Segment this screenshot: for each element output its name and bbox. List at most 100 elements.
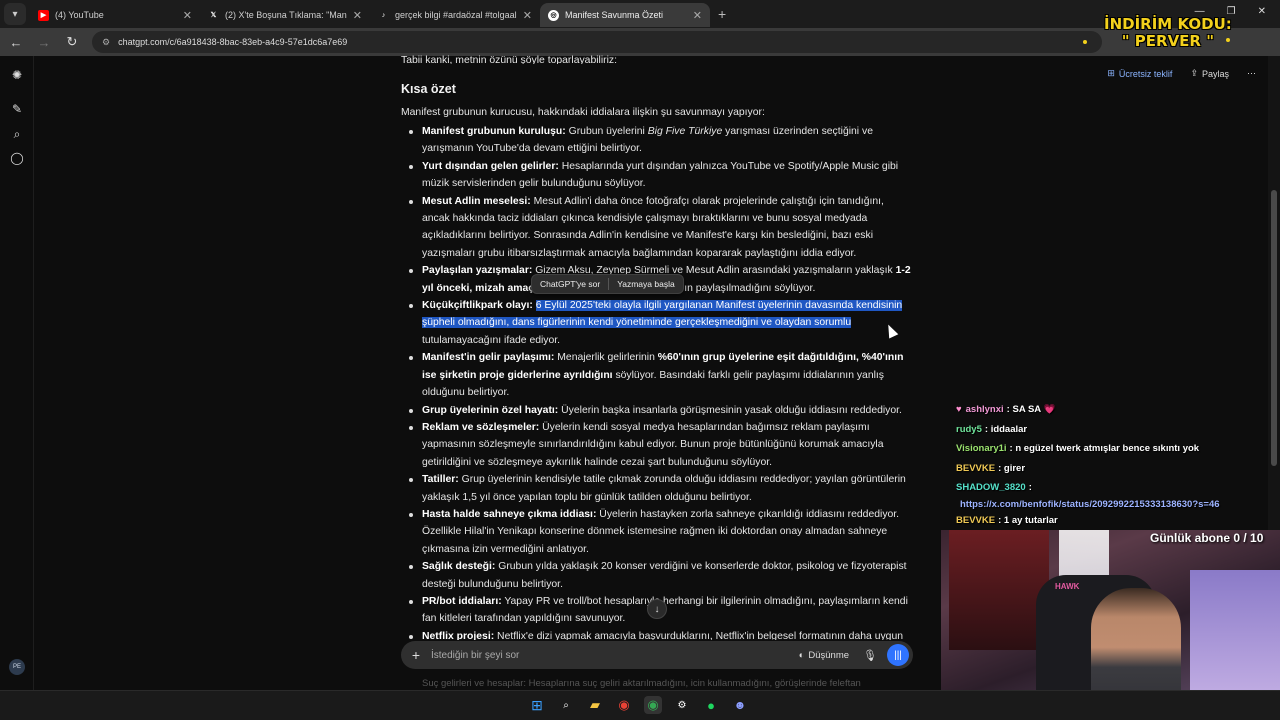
tab-title: (4) YouTube [55, 10, 104, 20]
tab-chatgpt[interactable]: ◎ Manifest Savunma Özeti ✕ [540, 3, 710, 27]
list-item: Yurt dışından gelen gelirler: Hesapların… [401, 158, 913, 193]
more-options-icon[interactable]: ⋯ [1247, 68, 1256, 79]
voice-mode-button[interactable]: ||| [887, 644, 909, 666]
list-item: Grup üyelerinin özel hayatı: Üyelerin ba… [401, 402, 913, 419]
lightbulb-icon: ◐ [798, 649, 805, 661]
microphone-icon[interactable]: 🎙 [863, 649, 877, 662]
chair-brand-logo: HAWK [1055, 582, 1080, 591]
below-fold-text: Suç gelirleri ve hesaplar: Hesaplarına s… [422, 678, 861, 689]
new-chat-icon[interactable]: ✎ [10, 102, 24, 116]
chat-link[interactable]: https://x.com/benfofik/status/2092992215… [960, 499, 1220, 510]
url-field[interactable]: ⚙ chatgpt.com/c/6a918438-8bac-83eb-a4c9-… [92, 31, 1102, 53]
tab-youtube[interactable]: ▶ (4) YouTube ✕ [30, 3, 200, 27]
taskbar-icons: ⊞ ⌕ ▰ ◉ ◉ ⚙ ● ☻ [528, 696, 749, 714]
file-explorer-icon[interactable]: ▰ [586, 696, 604, 714]
chatgpt-logo-icon[interactable]: ✺ [10, 68, 24, 82]
chat-message: https://x.com/benfofik/status/2092992215… [956, 498, 1256, 511]
chat-text: SA SA 💗 [1012, 404, 1056, 415]
subscriber-goal: Günlük abone 0 / 10 [1150, 531, 1264, 545]
chat-nick: BEVVKE [956, 514, 996, 526]
chats-icon[interactable]: ◯ [10, 151, 24, 165]
heart-icon: ♥ [956, 404, 962, 415]
close-tab-icon[interactable]: ✕ [183, 9, 192, 22]
list-item: Tatiller: Grup üyelerinin kendisiyle tat… [401, 471, 913, 506]
selection-popup: ChatGPT'ye sor Yazmaya başla [531, 274, 684, 294]
attach-button[interactable]: + [401, 647, 431, 663]
chrome-icon[interactable]: ◉ [644, 696, 662, 714]
chat-message: BEVVKE: 1 ay tutarlar [956, 514, 1058, 526]
scrollbar-thumb[interactable] [1271, 190, 1277, 466]
tab-x[interactable]: 𝕏 (2) X'te Boşuna Tıklama: "Manif… ✕ [200, 3, 370, 27]
tab-search-button[interactable]: ▾ [4, 3, 26, 25]
close-tab-icon[interactable]: ✕ [353, 9, 362, 22]
search-icon[interactable]: ⌕ [557, 696, 575, 714]
tab-title: gerçek bilgi #ardaözal #tolgaal… [395, 10, 517, 20]
list-item: Reklam ve sözleşmeler: Üyelerin kendi so… [401, 419, 913, 471]
chat-message: Visionary1i: n egüzel twerk atmışlar ben… [956, 443, 1200, 454]
back-button[interactable]: ← [4, 35, 28, 50]
windows-taskbar: ⊞ ⌕ ▰ ◉ ◉ ⚙ ● ☻ [0, 690, 1280, 720]
think-toggle[interactable]: ◐ Düşünme [799, 650, 849, 661]
upgrade-button[interactable]: ⊞ Ücretsiz teklif [1107, 68, 1172, 79]
chatgpt-icon: ◎ [548, 9, 559, 21]
gift-icon: ⊞ [1107, 68, 1115, 78]
think-label: Düşünme [808, 649, 850, 661]
chat-nick: Visionary1i [956, 443, 1007, 454]
upgrade-label: Ücretsiz teklif [1118, 68, 1173, 79]
youtube-icon: ▶ [38, 9, 49, 21]
chat-text: girer [1003, 462, 1026, 474]
list-item: Küçükçiftlikpark olayı: 6 Eylül 2025'tek… [401, 297, 913, 349]
tab-strip: ▾ ▶ (4) YouTube ✕ 𝕏 (2) X'te Boşuna Tıkl… [0, 0, 1280, 28]
ask-chatgpt-button[interactable]: ChatGPT'ye sor [532, 279, 608, 289]
share-button[interactable]: ⇪ Paylaş [1190, 68, 1229, 79]
list-item: Sağlık desteği: Grubun yılda yaklaşık 20… [401, 558, 913, 593]
summary-list: Manifest grubunun kuruluşu: Grubun üyele… [401, 123, 913, 640]
promo-line-1: İNDİRİM KODU: [1104, 15, 1232, 33]
site-info-icon[interactable]: ⚙ [102, 37, 110, 48]
intro-line: Tabii kanki, metnin özünü şöyle toparlay… [401, 55, 618, 64]
tiktok-icon: ♪ [381, 11, 386, 19]
search-icon[interactable]: ⌕ [10, 127, 24, 141]
settings-icon[interactable]: ⚙ [673, 696, 691, 714]
chrome-icon[interactable]: ◉ [615, 696, 633, 714]
discord-icon[interactable]: ☻ [731, 696, 749, 714]
stream-chat-overlay: ♥ ashlynxi: SA SA 💗 rudy5: iddaalar Visio… [956, 400, 1256, 530]
chat-nick: BEVVKE [956, 462, 996, 474]
sparkle-dot [1083, 40, 1087, 44]
chat-message: rudy5: iddaalar [956, 423, 1028, 435]
scroll-to-bottom-button[interactable]: ↓ [647, 599, 667, 619]
chat-message: SHADOW_3820: [956, 482, 1032, 493]
chat-nick: SHADOW_3820 [956, 482, 1026, 493]
close-tab-icon[interactable]: ✕ [693, 9, 702, 22]
tab-tiktok[interactable]: ♪ gerçek bilgi #ardaözal #tolgaal… ✕ [370, 3, 540, 27]
list-item: Manifest'in gelir paylaşımı: Menajerlik … [401, 349, 913, 401]
close-window-button[interactable]: ✕ [1258, 6, 1266, 17]
chat-nick: rudy5 [956, 423, 982, 435]
list-item: Manifest grubunun kuruluşu: Grubun üyele… [401, 123, 913, 158]
reload-button[interactable]: ↻ [60, 34, 84, 50]
chat-text: iddaalar [990, 423, 1028, 435]
forward-button[interactable]: → [32, 35, 56, 50]
chat-text: n egüzel twerk atmışlar bence sıkıntı yo… [1015, 443, 1200, 454]
header-actions: ⊞ Ücretsiz teklif ⇪ Paylaş ⋯ [1107, 68, 1256, 79]
promo-line-2: " PERVER " [1121, 32, 1215, 50]
chat-message: BEVVKE: girer [956, 462, 1026, 474]
list-item: Netflix projesi: Netflix'e dizi yapmak a… [401, 628, 913, 640]
avatar[interactable]: PE [9, 659, 25, 675]
lead-paragraph: Manifest grubunun kurucusu, hakkındaki i… [401, 107, 765, 118]
chat-nick: ashlynxi [965, 404, 1004, 415]
close-tab-icon[interactable]: ✕ [523, 9, 532, 22]
chat-text: 1 ay tutarlar [1003, 514, 1058, 526]
tab-title: (2) X'te Boşuna Tıklama: "Manif… [225, 10, 347, 20]
new-tab-button[interactable]: + [718, 6, 726, 22]
share-icon: ⇪ [1190, 68, 1198, 78]
wall-poster [949, 530, 1049, 650]
start-writing-button[interactable]: Yazmaya başla [609, 279, 682, 289]
windows-start-icon[interactable]: ⊞ [528, 696, 546, 714]
tab-title: Manifest Savunma Özeti [565, 10, 664, 20]
url-text: chatgpt.com/c/6a918438-8bac-83eb-a4c9-57… [118, 37, 348, 47]
prompt-input[interactable]: İstediğin bir şeyi sor [431, 650, 799, 661]
spotify-icon[interactable]: ● [702, 696, 720, 714]
sidebar-rail: ✺ ✎ ⌕ ◯ PE [0, 56, 34, 690]
list-item: Hasta halde sahneye çıkma iddiası: Üyele… [401, 506, 913, 558]
